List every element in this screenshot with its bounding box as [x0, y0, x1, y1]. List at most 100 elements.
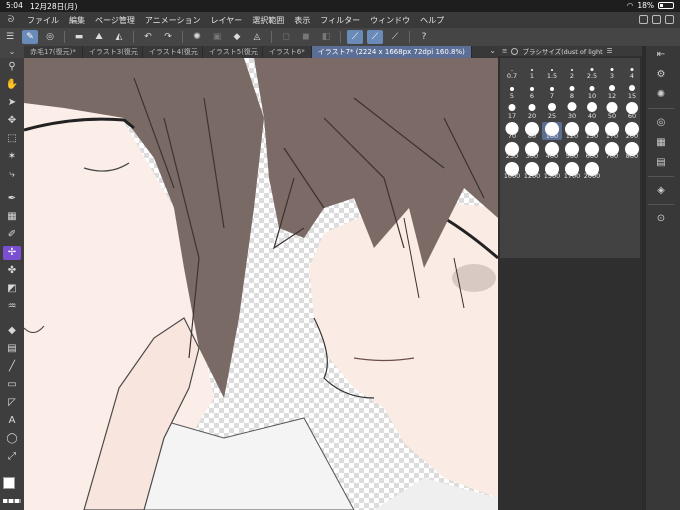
brush-size-cell[interactable]: 600: [582, 142, 602, 160]
share-icon[interactable]: [652, 15, 661, 24]
brush-size-cell[interactable]: 17: [502, 102, 522, 120]
search-layer-icon[interactable]: ⊙: [653, 212, 669, 226]
menu-file[interactable]: ファイル: [22, 15, 64, 26]
menu-selection[interactable]: 選択範囲: [247, 15, 289, 26]
brush-size-cell[interactable]: 80: [522, 122, 542, 140]
brush-size-cell[interactable]: 10: [582, 82, 602, 100]
brush-size-cell[interactable]: 800: [622, 142, 642, 160]
select-clear-icon[interactable]: ◻: [278, 30, 294, 44]
correct-line-icon[interactable]: ⤢: [3, 450, 21, 464]
fill-tool-icon[interactable]: ◆: [3, 324, 21, 338]
brush-size-cell[interactable]: 25: [542, 102, 562, 120]
brush-size-cell[interactable]: 50: [602, 102, 622, 120]
menu-animation[interactable]: アニメーション: [140, 15, 206, 26]
brush-size-cell[interactable]: 40: [582, 102, 602, 120]
brush-size-cell[interactable]: 70: [502, 122, 522, 140]
brush-size-cell[interactable]: 400: [542, 142, 562, 160]
crop-icon[interactable]: ▣: [209, 30, 225, 44]
brush-size-cell[interactable]: 1.5: [542, 62, 562, 80]
layer-bar-icon[interactable]: ▬: [71, 30, 87, 44]
palette-menu-icon[interactable]: ☰: [607, 47, 613, 55]
color-set-icon[interactable]: ▦: [653, 136, 669, 150]
bucket-icon[interactable]: ◆: [229, 30, 245, 44]
brush-size-cell[interactable]: 1000: [502, 162, 522, 180]
brush-size-cell[interactable]: 30: [562, 102, 582, 120]
ruler-icon[interactable]: ◸: [3, 396, 21, 410]
brush-size-cell[interactable]: 300: [522, 142, 542, 160]
help-icon[interactable]: ?: [416, 30, 432, 44]
brush-size-cell[interactable]: 12: [602, 82, 622, 100]
undo-icon[interactable]: ↶: [140, 30, 156, 44]
companion-icon[interactable]: ◎: [42, 30, 58, 44]
menu-page[interactable]: ページ管理: [90, 15, 140, 26]
brush-size-cell[interactable]: 1200: [522, 162, 542, 180]
brush-size-cell[interactable]: 150: [582, 122, 602, 140]
sub-tool-icon[interactable]: ✺: [653, 88, 669, 102]
magic-wand-icon[interactable]: ✶: [3, 150, 21, 164]
hamburger-icon[interactable]: ☰: [2, 30, 18, 44]
brush-size-cell[interactable]: 15: [622, 82, 642, 100]
loading-icon[interactable]: ✺: [189, 30, 205, 44]
menu-window[interactable]: ウィンドウ: [365, 15, 415, 26]
eyedropper-icon[interactable]: ⤷: [3, 168, 21, 182]
transform-icon[interactable]: ◬: [249, 30, 265, 44]
menu-help[interactable]: ヘルプ: [415, 15, 449, 26]
pencil-icon[interactable]: ▦: [3, 210, 21, 224]
color-wheel-icon[interactable]: ◎: [653, 116, 669, 130]
brush-size-cell[interactable]: 8: [562, 82, 582, 100]
brush-size-cell[interactable]: 60: [622, 102, 642, 120]
transparent-color-strip[interactable]: [3, 499, 21, 503]
move-icon[interactable]: ✥: [3, 114, 21, 128]
menu-filter[interactable]: フィルター: [315, 15, 365, 26]
frame-icon[interactable]: ▭: [3, 378, 21, 392]
settings-icon[interactable]: [639, 15, 648, 24]
special-ruler-icon[interactable]: ⟋: [367, 30, 383, 44]
tab-illust3[interactable]: イラスト3(復元: [83, 46, 143, 58]
brush-size-cell[interactable]: 5: [502, 82, 522, 100]
user-icon[interactable]: [665, 15, 674, 24]
brush-size-cell[interactable]: 700: [602, 142, 622, 160]
brush-size-cell[interactable]: 170: [602, 122, 622, 140]
hand-icon[interactable]: ✋: [3, 78, 21, 92]
menu-edit[interactable]: 編集: [64, 15, 90, 26]
decoration-icon[interactable]: ✢: [3, 246, 21, 260]
brush-size-cell[interactable]: 500: [562, 142, 582, 160]
brush-size-cell[interactable]: 2: [562, 62, 582, 80]
figure-icon[interactable]: ╱: [3, 360, 21, 374]
tab-illust6[interactable]: イラスト6*: [263, 46, 312, 58]
timeline-icon[interactable]: ⛰: [91, 30, 107, 44]
blend-icon[interactable]: ♒: [3, 300, 21, 314]
redo-icon[interactable]: ↷: [160, 30, 176, 44]
tab-illust5[interactable]: イラスト5(復元: [203, 46, 263, 58]
layer-icon[interactable]: ◈: [653, 184, 669, 198]
edit-icon[interactable]: ✎: [22, 30, 38, 44]
brush-size-cell[interactable]: 20: [522, 102, 542, 120]
brush-size-cell[interactable]: 200: [622, 122, 642, 140]
brush-size-cell[interactable]: 120: [562, 122, 582, 140]
brush-icon[interactable]: ✐: [3, 228, 21, 242]
view-toggle-button[interactable]: ⌄: [0, 46, 24, 58]
operation-icon[interactable]: ➤: [3, 96, 21, 110]
dock-collapse-icon[interactable]: ⇤: [653, 48, 669, 62]
grid-snap-icon[interactable]: ⟋: [387, 30, 403, 44]
tab-akage17[interactable]: 赤毛17(復元)*: [24, 46, 83, 58]
brush-size-cell[interactable]: 2.5: [582, 62, 602, 80]
brush-size-cell[interactable]: 7: [542, 82, 562, 100]
brush-size-cell[interactable]: 0.7: [502, 62, 522, 80]
brush-size-cell[interactable]: 1500: [542, 162, 562, 180]
eraser-icon[interactable]: ◩: [3, 282, 21, 296]
brush-size-cell[interactable]: 100: [542, 122, 562, 140]
ruler-snap-icon[interactable]: ⟋: [347, 30, 363, 44]
palette-grip-icon[interactable]: ≡: [502, 47, 507, 55]
tab-illust7[interactable]: イラスト7* (2224 x 1668px 72dpi 160.8%): [311, 46, 472, 58]
tool-property-icon[interactable]: ⚙: [653, 68, 669, 82]
zoom-icon[interactable]: ⚲: [3, 60, 21, 74]
fill-icon[interactable]: ◭: [111, 30, 127, 44]
balloon-icon[interactable]: ◯: [3, 432, 21, 446]
brush-size-cell[interactable]: 1700: [562, 162, 582, 180]
gradient-icon[interactable]: ▤: [3, 342, 21, 356]
brush-size-cell[interactable]: 3: [602, 62, 622, 80]
select-shape-icon[interactable]: ◧: [318, 30, 334, 44]
dock-resize-handle[interactable]: [642, 46, 646, 510]
menu-view[interactable]: 表示: [289, 15, 315, 26]
